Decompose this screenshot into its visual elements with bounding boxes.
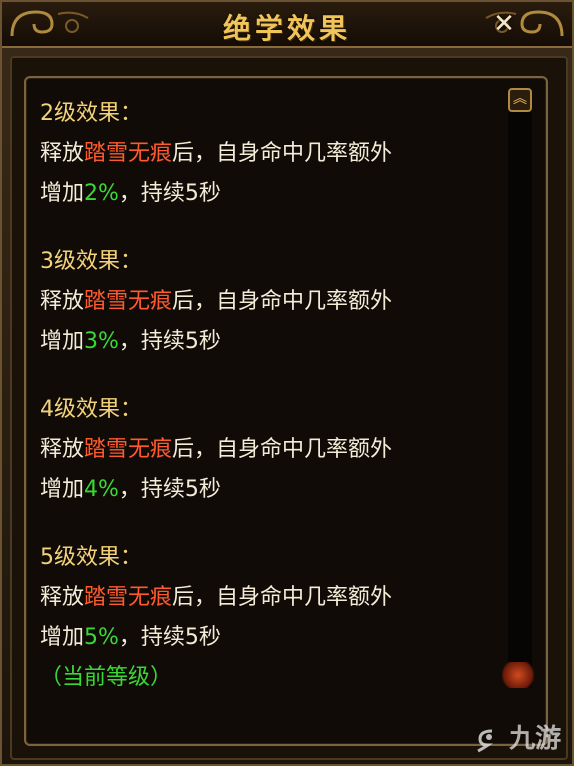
dialog-window: 绝学效果 ✕ ︽ 2级效果： 释放踏雪无痕后，自身命中几率额外 增加2%，持续5… [0,0,574,766]
effect-line: 增加5%，持续5秒 [40,625,221,650]
jiuyou-logo-icon [477,729,493,752]
effect-item-level-4: 4级效果： 释放踏雪无痕后，自身命中几率额外 增加4%，持续5秒 [40,390,500,510]
close-button[interactable]: ✕ [490,10,518,38]
effect-line: 释放踏雪无痕后，自身命中几率额外 [40,585,393,610]
effect-value: 4% [84,477,119,502]
skill-name: 踏雪无痕 [84,585,173,610]
level-title: 5级效果： [40,545,142,570]
level-title: 4级效果： [40,397,142,422]
skill-name: 踏雪无痕 [84,437,173,462]
effect-line: 释放踏雪无痕后，自身命中几率额外 [40,437,393,462]
effect-item-level-2: 2级效果： 释放踏雪无痕后，自身命中几率额外 增加2%，持续5秒 [40,94,500,214]
effect-list: 2级效果： 释放踏雪无痕后，自身命中几率额外 增加2%，持续5秒 3级效果： 释… [40,94,500,698]
scroll-thumb-ornament[interactable] [498,662,538,688]
effect-line: 释放踏雪无痕后，自身命中几率额外 [40,289,393,314]
effect-line: 增加3%，持续5秒 [40,329,221,354]
title-bar: 绝学效果 ✕ [2,2,572,48]
effect-line: 释放踏雪无痕后，自身命中几率额外 [40,141,393,166]
watermark: 九游 [474,720,564,758]
effect-value: 3% [84,329,119,354]
effect-value: 2% [84,181,119,206]
watermark-text: 九游 [509,724,562,754]
effect-line: 增加2%，持续5秒 [40,181,221,206]
effect-item-level-3: 3级效果： 释放踏雪无痕后，自身命中几率额外 增加3%，持续5秒 [40,242,500,362]
effect-value: 5% [84,625,119,650]
skill-name: 踏雪无痕 [84,289,173,314]
level-title: 3级效果： [40,249,142,274]
effect-item-level-5: 5级效果： 释放踏雪无痕后，自身命中几率额外 增加5%，持续5秒 （当前等级） [40,538,500,698]
scrollbar-track[interactable] [508,88,532,688]
effect-line: 增加4%，持续5秒 [40,477,221,502]
level-title: 2级效果： [40,101,142,126]
scroll-up-button[interactable]: ︽ [508,88,532,112]
current-level-label: （当前等级） [40,665,173,690]
skill-name: 踏雪无痕 [84,141,173,166]
